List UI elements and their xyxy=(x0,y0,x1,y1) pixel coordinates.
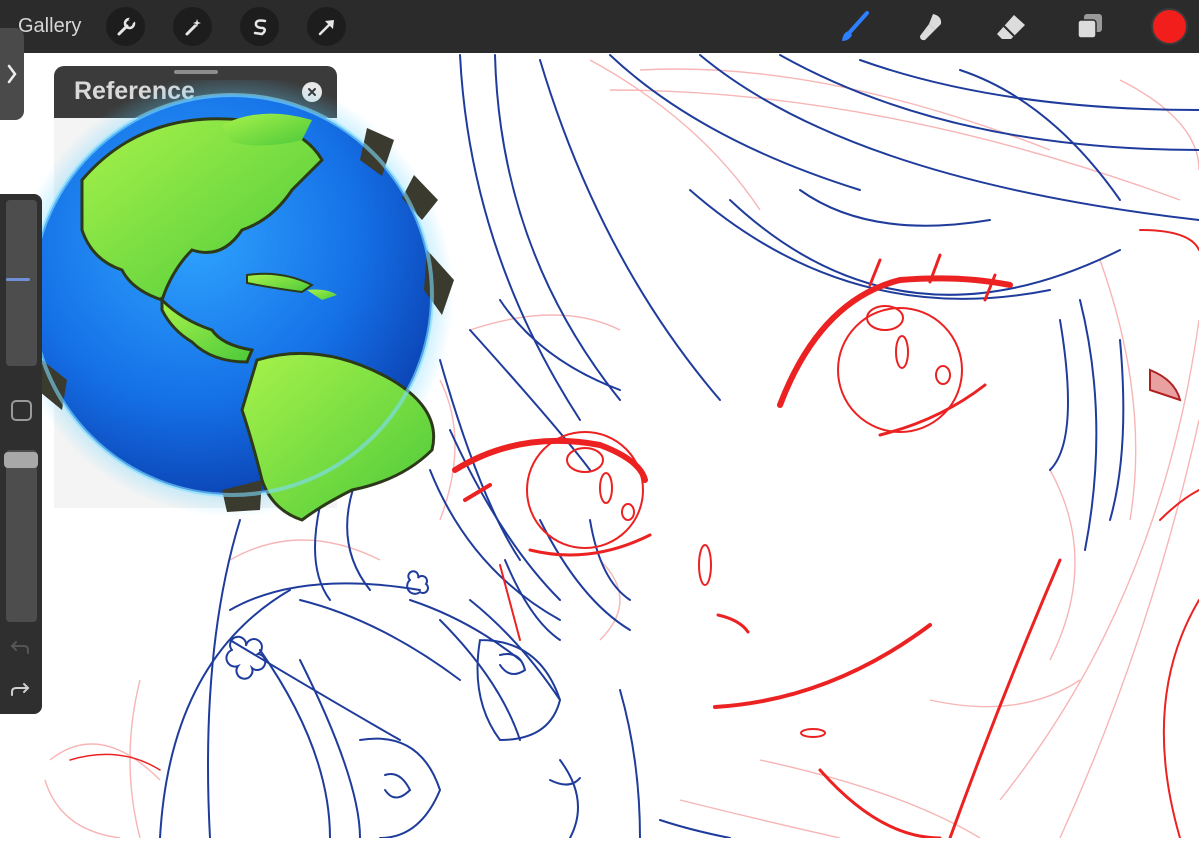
modify-button[interactable] xyxy=(11,400,32,421)
wrench-icon xyxy=(117,15,136,35)
earth-globe-icon xyxy=(10,73,454,522)
brush-size-slider[interactable] xyxy=(6,200,37,366)
selection-s-icon xyxy=(253,18,266,35)
actions-button[interactable] xyxy=(106,7,145,46)
top-toolbar: Gallery xyxy=(0,0,1199,53)
selection-button[interactable] xyxy=(240,7,279,46)
reference-drag-handle[interactable] xyxy=(174,70,218,74)
brush-tool-button[interactable] xyxy=(835,8,873,46)
eraser-tool-button[interactable] xyxy=(992,8,1030,46)
adjustments-button[interactable] xyxy=(173,7,212,46)
smudge-icon xyxy=(920,14,942,41)
transform-button[interactable] xyxy=(307,7,346,46)
eraser-icon xyxy=(997,15,1025,39)
brush-icon xyxy=(842,11,869,41)
transform-arrow-icon xyxy=(318,19,334,35)
opacity-slider[interactable] xyxy=(6,450,37,622)
magic-wand-icon xyxy=(185,18,201,35)
color-picker-button[interactable] xyxy=(1153,10,1186,43)
left-sidebar xyxy=(0,194,42,714)
redo-icon[interactable] xyxy=(10,681,30,697)
smudge-tool-button[interactable] xyxy=(913,8,951,46)
chevron-right-icon xyxy=(7,64,17,84)
layers-button[interactable] xyxy=(1071,8,1109,46)
gallery-button[interactable]: Gallery xyxy=(18,15,81,38)
layers-icon xyxy=(1077,14,1102,39)
opacity-thumb[interactable] xyxy=(4,452,38,468)
sidebar-toggle[interactable] xyxy=(0,28,24,120)
undo-icon[interactable] xyxy=(10,639,30,655)
globe-reference-image xyxy=(10,73,472,530)
brush-size-thumb[interactable] xyxy=(6,278,30,281)
